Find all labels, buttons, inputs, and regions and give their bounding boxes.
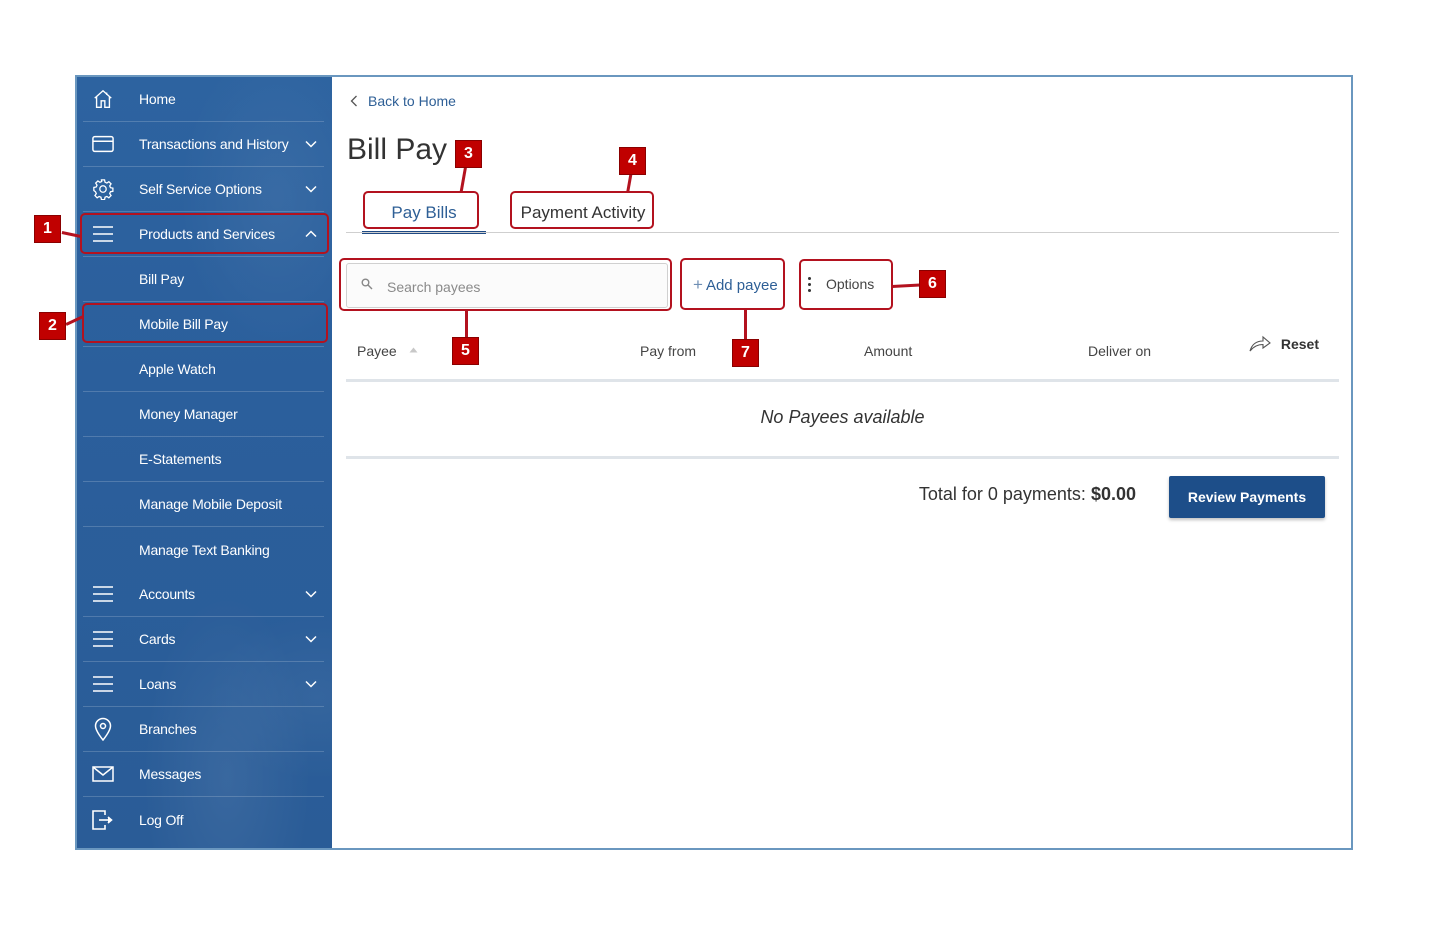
column-label: Deliver on bbox=[1088, 343, 1152, 359]
card-icon bbox=[91, 132, 115, 156]
home-icon bbox=[91, 87, 115, 111]
app-window: Home Transactions and History Self Servi… bbox=[75, 75, 1353, 850]
review-payments-button[interactable]: Review Payments bbox=[1169, 476, 1325, 518]
search-payees-field[interactable] bbox=[346, 263, 668, 309]
share-arrow-icon bbox=[1249, 335, 1271, 352]
sidebar-item-branches[interactable]: Branches bbox=[83, 707, 324, 752]
sidebar-subitem-manage-text-banking[interactable]: Manage Text Banking bbox=[83, 527, 324, 572]
table-footer-divider bbox=[346, 456, 1339, 459]
sidebar-item-label: Home bbox=[139, 91, 176, 107]
chevron-down-icon bbox=[304, 182, 318, 196]
search-icon bbox=[361, 277, 373, 295]
sidebar-subitem-money-manager[interactable]: Money Manager bbox=[83, 392, 324, 437]
menu-icon bbox=[91, 672, 115, 696]
sidebar-item-label: Mobile Bill Pay bbox=[139, 316, 228, 332]
total-amount: $0.00 bbox=[1090, 484, 1136, 504]
sidebar-item-label: Apple Watch bbox=[139, 361, 216, 377]
annotation-connector-5 bbox=[465, 311, 468, 337]
location-pin-icon bbox=[91, 717, 115, 741]
options-button[interactable]: Options bbox=[808, 271, 874, 297]
sidebar-item-cards[interactable]: Cards bbox=[83, 617, 324, 662]
payment-total: Total for 0 payments: $0.00 bbox=[919, 484, 1136, 505]
tab-label: Pay Bills bbox=[391, 203, 457, 222]
kebab-menu-icon bbox=[808, 276, 811, 292]
sidebar-item-label: E-Statements bbox=[139, 451, 222, 467]
empty-table-message: No Payees available bbox=[760, 407, 925, 427]
annotation-badge-3: 3 bbox=[455, 140, 482, 168]
sidebar-item-label: Products and Services bbox=[139, 226, 275, 242]
chevron-up-icon bbox=[304, 227, 318, 241]
sidebar-nav: Home Transactions and History Self Servi… bbox=[77, 77, 332, 848]
sidebar-item-accounts[interactable]: Accounts bbox=[83, 572, 324, 617]
reset-button[interactable]: Reset bbox=[1249, 335, 1319, 353]
add-payee-label: Add payee bbox=[705, 276, 778, 294]
chevron-down-icon bbox=[304, 677, 318, 691]
sidebar-item-home[interactable]: Home bbox=[83, 77, 324, 122]
envelope-icon bbox=[91, 762, 115, 786]
table-header-divider bbox=[346, 379, 1339, 382]
sidebar-item-label: Self Service Options bbox=[139, 181, 262, 197]
column-header-pay-from: Pay from bbox=[640, 343, 696, 359]
annotation-badge-1: 1 bbox=[34, 215, 61, 243]
back-to-home-link[interactable]: Back to Home bbox=[350, 93, 456, 109]
total-label: Total for 0 payments: bbox=[918, 484, 1086, 504]
sidebar-subitem-e-statements[interactable]: E-Statements bbox=[83, 437, 324, 482]
menu-icon bbox=[91, 627, 115, 651]
sidebar-subitem-bill-pay[interactable]: Bill Pay bbox=[83, 257, 324, 302]
sidebar-item-log-off[interactable]: Log Off bbox=[83, 797, 324, 842]
column-label: Payee bbox=[357, 343, 397, 359]
sidebar-item-label: Accounts bbox=[139, 586, 195, 602]
annotation-badge-6: 6 bbox=[919, 270, 946, 298]
sidebar-subitem-apple-watch[interactable]: Apple Watch bbox=[83, 347, 324, 392]
chevron-down-icon bbox=[304, 632, 318, 646]
sidebar-item-label: Cards bbox=[139, 631, 176, 647]
sidebar-item-label: Transactions and History bbox=[139, 136, 289, 152]
column-header-amount: Amount bbox=[864, 343, 912, 359]
sidebar-item-label: Money Manager bbox=[139, 406, 238, 422]
annotation-badge-5: 5 bbox=[452, 337, 479, 365]
add-payee-button[interactable]: + Add payee bbox=[693, 273, 778, 297]
plus-icon: + bbox=[693, 275, 703, 294]
column-label: Amount bbox=[864, 343, 913, 359]
chevron-down-icon bbox=[304, 137, 318, 151]
annotation-badge-7: 7 bbox=[732, 339, 759, 367]
tab-label: Payment Activity bbox=[520, 203, 646, 222]
sidebar-item-label: Manage Mobile Deposit bbox=[139, 496, 282, 512]
sidebar-item-label: Bill Pay bbox=[139, 271, 185, 287]
sidebar-item-label: Manage Text Banking bbox=[139, 541, 270, 558]
column-label: Pay from bbox=[640, 343, 697, 359]
back-to-home-label: Back to Home bbox=[368, 93, 456, 109]
sort-ascending-icon bbox=[409, 347, 418, 353]
search-payees-input[interactable] bbox=[385, 264, 659, 309]
chevron-left-icon bbox=[350, 95, 357, 107]
sidebar-item-label: Loans bbox=[139, 676, 177, 692]
column-header-payee[interactable]: Payee bbox=[357, 343, 418, 359]
page-title: Bill Pay bbox=[347, 133, 448, 166]
reset-label: Reset bbox=[1280, 336, 1319, 352]
main-content: Back to Home Bill Pay Pay Bills Payment … bbox=[332, 77, 1351, 848]
sidebar-item-self-service-options[interactable]: Self Service Options bbox=[83, 167, 324, 212]
sidebar-subitem-mobile-bill-pay[interactable]: Mobile Bill Pay bbox=[83, 302, 324, 347]
logout-icon bbox=[91, 808, 115, 832]
sidebar-item-label: Log Off bbox=[139, 811, 184, 828]
annotation-connector-7 bbox=[744, 310, 747, 339]
sidebar-subitem-manage-mobile-deposit[interactable]: Manage Mobile Deposit bbox=[83, 482, 324, 527]
options-label: Options bbox=[826, 276, 875, 292]
annotation-badge-2: 2 bbox=[39, 312, 66, 340]
sidebar-item-messages[interactable]: Messages bbox=[83, 752, 324, 797]
tabs-divider bbox=[346, 232, 1339, 233]
sidebar-item-label: Messages bbox=[139, 766, 202, 782]
sidebar-item-products-and-services[interactable]: Products and Services bbox=[83, 212, 324, 257]
menu-icon bbox=[91, 582, 115, 606]
sidebar-item-loans[interactable]: Loans bbox=[83, 662, 324, 707]
sidebar-item-transactions-and-history[interactable]: Transactions and History bbox=[83, 122, 324, 167]
menu-icon bbox=[91, 222, 115, 246]
chevron-down-icon bbox=[304, 587, 318, 601]
tab-payment-activity[interactable]: Payment Activity bbox=[514, 195, 652, 231]
gear-icon bbox=[91, 177, 115, 201]
column-header-deliver-on: Deliver on bbox=[1088, 343, 1151, 359]
tab-pay-bills[interactable]: Pay Bills bbox=[362, 195, 486, 234]
sidebar-item-label: Branches bbox=[139, 721, 197, 737]
annotation-badge-4: 4 bbox=[619, 147, 646, 175]
